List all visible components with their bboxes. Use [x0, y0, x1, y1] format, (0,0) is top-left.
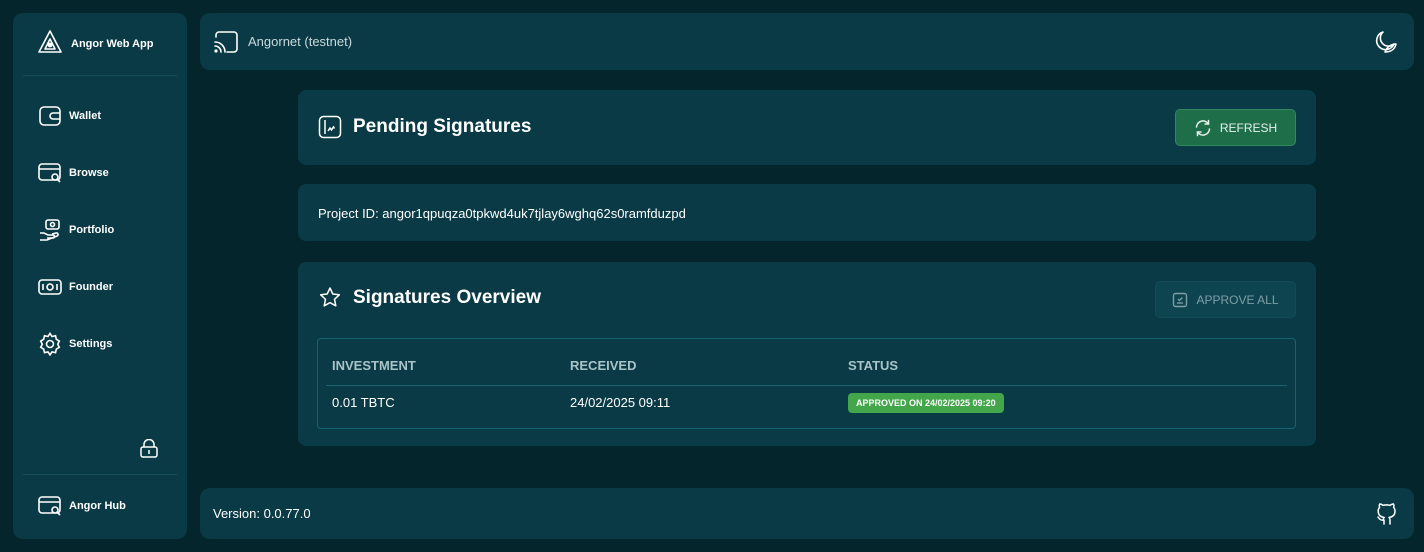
pending-title-text: Pending Signatures: [353, 116, 532, 137]
signatures-table: INVESTMENT RECEIVED STATUS 0.01 TBTC 24/…: [317, 338, 1296, 429]
sidebar-item-angor-hub[interactable]: Angor Hub: [38, 494, 126, 518]
theme-toggle-icon[interactable]: [1372, 29, 1398, 55]
overview-title-text: Signatures Overview: [353, 287, 541, 308]
angor-logo-icon: [37, 29, 63, 60]
lock-icon[interactable]: [139, 438, 159, 459]
page-title: Pending Signatures: [317, 114, 531, 140]
cast-icon: [213, 30, 239, 54]
divider: [23, 75, 177, 76]
approve-all-button[interactable]: APPROVE ALL: [1155, 281, 1296, 318]
gear-icon: [38, 332, 62, 356]
sidebar-item-label: Browse: [69, 167, 109, 179]
signatures-overview-card: Signatures Overview APPROVE ALL INVESTME…: [298, 262, 1316, 446]
project-id: Project ID: angor1qpuqza0tpkwd4uk7tjlay6…: [318, 206, 686, 221]
pending-signatures-card: Pending Signatures REFRESH: [298, 90, 1316, 165]
top-header: Angornet (testnet): [200, 13, 1414, 70]
sidebar-item-label: Angor Hub: [69, 500, 126, 512]
network-label: Angornet (testnet): [248, 34, 353, 49]
refresh-icon: [1195, 119, 1211, 136]
column-header-status: STATUS: [848, 358, 899, 373]
sidebar-item-label: Portfolio: [69, 224, 115, 236]
github-icon[interactable]: [1376, 502, 1398, 526]
column-header-received: RECEIVED: [570, 358, 637, 373]
sidebar-item-settings[interactable]: Settings: [38, 332, 112, 356]
cell-investment: 0.01 TBTC: [332, 395, 395, 410]
approve-icon: [1173, 292, 1188, 307]
cell-received: 24/02/2025 09:11: [570, 395, 671, 410]
sidebar-item-browse[interactable]: Browse: [38, 161, 109, 185]
founder-icon: [38, 275, 62, 299]
hub-icon: [38, 494, 62, 518]
project-id-card: Project ID: angor1qpuqza0tpkwd4uk7tjlay6…: [298, 184, 1316, 241]
wallet-icon: [38, 104, 62, 128]
sidebar-item-wallet[interactable]: Wallet: [38, 104, 101, 128]
star-badge-icon: [317, 285, 343, 311]
overview-title: Signatures Overview: [317, 285, 541, 311]
divider: [23, 474, 177, 475]
refresh-label: REFRESH: [1219, 120, 1278, 135]
signature-icon: [317, 114, 343, 140]
sidebar-item-portfolio[interactable]: Portfolio: [38, 218, 114, 242]
status-badge: APPROVED ON 24/02/2025 09:20: [848, 393, 1004, 413]
header-divider: [326, 385, 1287, 386]
approve-all-label: APPROVE ALL: [1196, 292, 1279, 307]
version-label: Version: 0.0.77.0: [213, 506, 311, 521]
sidebar-item-label: Settings: [69, 338, 113, 350]
brand[interactable]: Angor Web App: [13, 13, 187, 75]
sidebar-item-label: Founder: [69, 281, 113, 293]
browse-icon: [38, 161, 62, 185]
sidebar-item-label: Wallet: [69, 110, 101, 122]
brand-label: Angor Web App: [71, 38, 154, 50]
refresh-button[interactable]: REFRESH: [1175, 109, 1296, 146]
sidebar: Angor Web App Wallet Browse Portfolio Fo…: [13, 13, 187, 539]
portfolio-icon: [38, 218, 62, 242]
sidebar-item-founder[interactable]: Founder: [38, 275, 113, 299]
column-header-investment: INVESTMENT: [332, 358, 416, 373]
footer: Version: 0.0.77.0: [200, 488, 1414, 539]
